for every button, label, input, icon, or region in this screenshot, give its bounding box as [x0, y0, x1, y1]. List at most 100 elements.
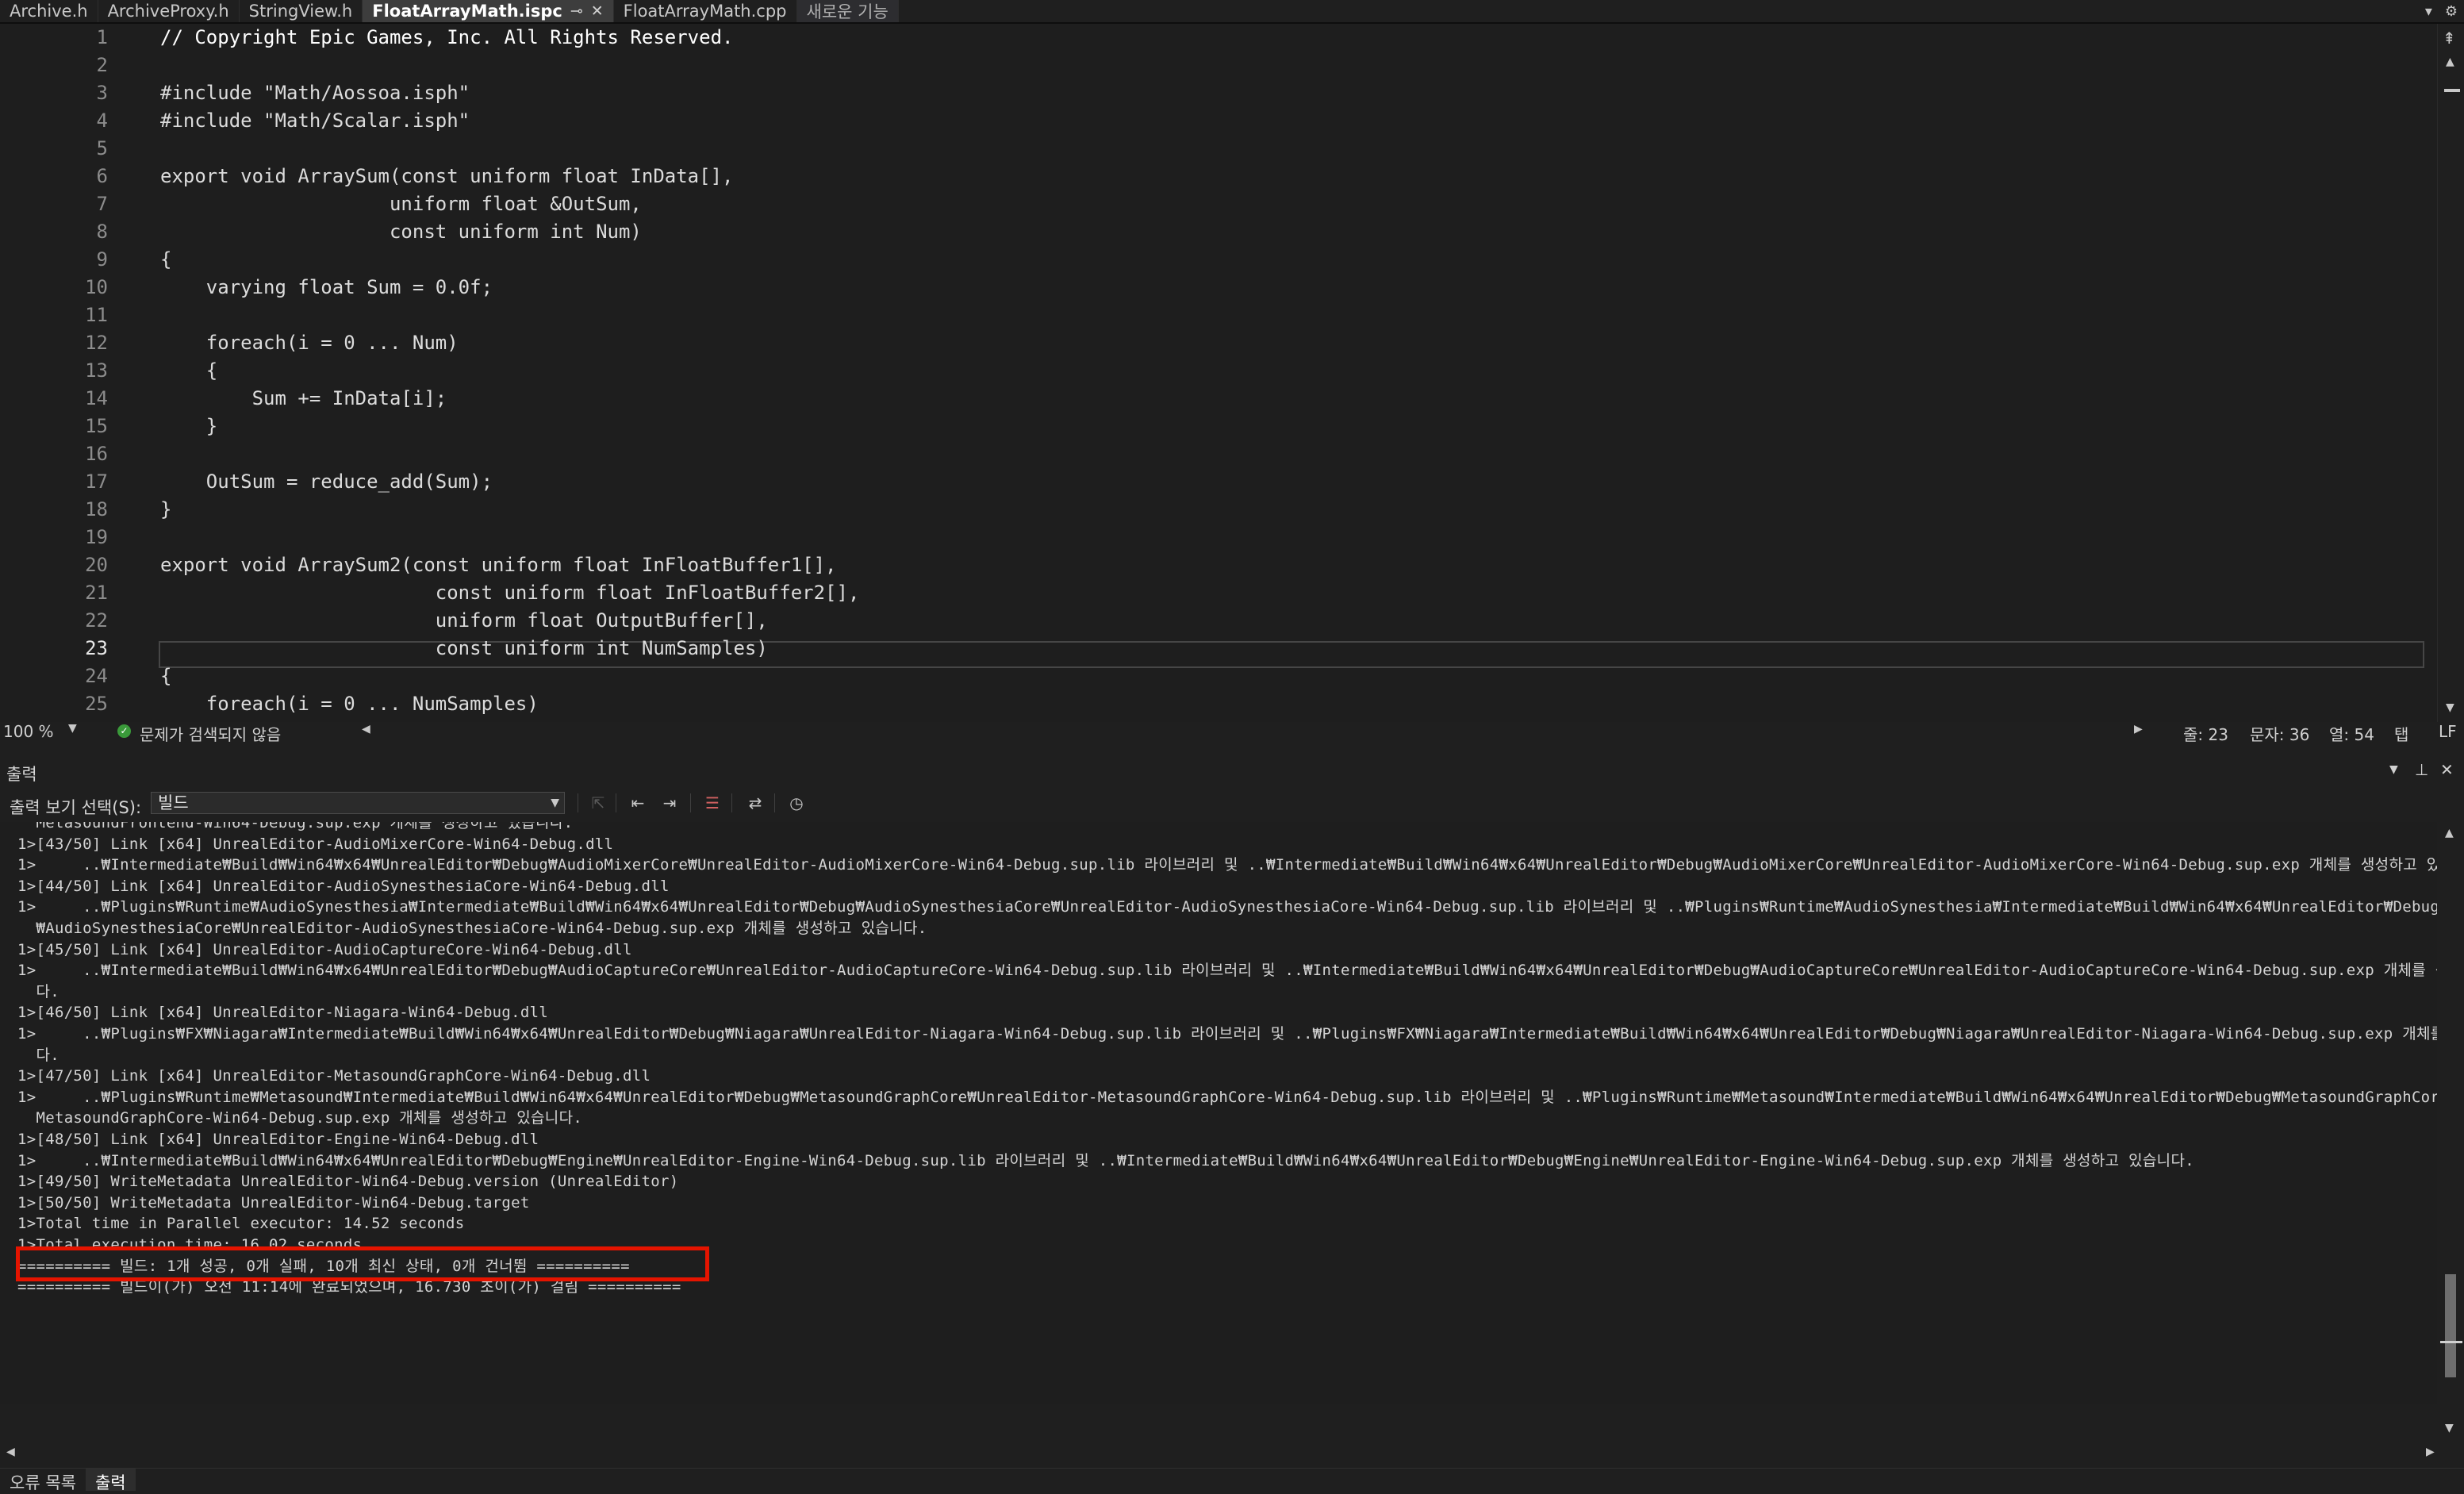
- tab-list-dropdown-icon[interactable]: ▾: [2419, 0, 2439, 22]
- line-code: Sum += InData[i];: [160, 387, 447, 409]
- cursor-line[interactable]: 줄: 23: [2183, 722, 2228, 745]
- line-code: }: [160, 415, 218, 437]
- output-line: 1>[43/50] Link [x64] UnrealEditor-AudioM…: [17, 835, 614, 853]
- code-line[interactable]: 18}: [0, 496, 2437, 524]
- output-line: 1> ..₩Plugins₩FX₩Niagara₩Intermediate₩Bu…: [17, 1025, 2437, 1043]
- output-text-area[interactable]: MetasoundFrontend-Win64-Debug.sup.exp 개체…: [0, 822, 2437, 1404]
- scroll-thumb[interactable]: [2445, 1274, 2456, 1377]
- code-line[interactable]: 5: [0, 135, 2437, 163]
- code-line[interactable]: 1 // Copyright Epic Games, Inc. All Right…: [0, 24, 2437, 52]
- word-wrap-icon[interactable]: ⇄: [744, 792, 766, 814]
- scroll-left-arrow-icon[interactable]: ◀: [362, 723, 370, 735]
- line-number: 24: [85, 665, 108, 687]
- indent-mode[interactable]: 탭: [2394, 722, 2408, 745]
- code-line[interactable]: 21 const uniform float InFloatBuffer2[],: [0, 579, 2437, 607]
- find-message-icon[interactable]: ⇱: [587, 792, 609, 814]
- output-vertical-scrollbar[interactable]: ▲ ▼: [2437, 822, 2464, 1441]
- tab-whats-new[interactable]: 새로운 기능: [796, 0, 899, 22]
- tab-bar-spacer: [899, 0, 2419, 22]
- code-line[interactable]: 12 foreach(i = 0 ... Num): [0, 329, 2437, 357]
- close-icon[interactable]: ✕: [2440, 760, 2454, 779]
- tab-output[interactable]: 출력: [85, 1469, 136, 1492]
- scroll-up-arrow-icon[interactable]: ▲: [2446, 56, 2454, 68]
- line-ending-mode[interactable]: LF: [2439, 722, 2457, 741]
- code-line[interactable]: 13 {: [0, 357, 2437, 385]
- line-number: 1: [96, 26, 108, 48]
- line-code: }: [160, 498, 172, 520]
- line-number: 23: [85, 637, 108, 659]
- zoom-level[interactable]: 100 %: [3, 722, 54, 741]
- chevron-down-icon[interactable]: ▼: [68, 722, 77, 735]
- line-number: 14: [85, 387, 108, 409]
- line-number: 16: [85, 443, 108, 465]
- output-horizontal-scrollbar[interactable]: ◀ ▶: [0, 1444, 2464, 1461]
- close-icon[interactable]: ✕: [591, 2, 604, 20]
- scroll-left-arrow-icon[interactable]: ◀: [6, 1446, 15, 1458]
- toolbar-separator: [774, 793, 775, 812]
- check-circle-icon: ✓: [117, 724, 131, 738]
- previous-message-icon[interactable]: ⇤: [627, 792, 649, 814]
- scroll-up-arrow-icon[interactable]: ▲: [2445, 827, 2454, 839]
- code-editor[interactable]: 1 // Copyright Epic Games, Inc. All Right…: [0, 24, 2437, 722]
- line-code: export void ArraySum(const uniform float…: [160, 165, 734, 187]
- scroll-thumb[interactable]: [2444, 89, 2460, 92]
- tab-label: Archive.h: [10, 2, 88, 21]
- chevron-down-icon[interactable]: ▼: [2389, 763, 2398, 776]
- output-source-label: 출력 보기 선택(S):: [10, 798, 142, 817]
- tab-floatarraymath-cpp[interactable]: FloatArrayMath.cpp: [614, 0, 797, 22]
- code-line[interactable]: 11: [0, 301, 2437, 329]
- clock-icon[interactable]: ◷: [785, 792, 808, 814]
- code-line[interactable]: 7 uniform float &OutSum,: [0, 190, 2437, 218]
- next-message-icon[interactable]: ⇥: [658, 792, 681, 814]
- code-line[interactable]: 20 export void ArraySum2(const uniform fl…: [0, 551, 2437, 579]
- issues-status[interactable]: 문제가 검색되지 않음: [140, 722, 281, 745]
- code-line[interactable]: 10 varying float Sum = 0.0f;: [0, 274, 2437, 301]
- scroll-position-marker: [2440, 1341, 2462, 1343]
- code-line[interactable]: 8 const uniform int Num): [0, 218, 2437, 246]
- line-number: 2: [96, 54, 108, 76]
- code-line[interactable]: 9{: [0, 246, 2437, 274]
- cursor-char[interactable]: 문자: 36: [2250, 722, 2309, 745]
- gear-icon[interactable]: ⚙: [2439, 0, 2464, 22]
- tab-floatarraymath-ispc[interactable]: FloatArrayMath.ispc ⊸ ✕: [363, 0, 614, 22]
- scroll-down-arrow-icon[interactable]: ▼: [2446, 701, 2454, 714]
- line-number: 22: [85, 609, 108, 632]
- line-number: 20: [85, 554, 108, 576]
- tab-archive-h[interactable]: Archive.h: [0, 0, 98, 22]
- scroll-down-arrow-icon[interactable]: ▼: [2445, 1422, 2454, 1434]
- line-code: varying float Sum = 0.0f;: [160, 276, 493, 298]
- scroll-right-arrow-icon[interactable]: ▶: [2426, 1446, 2435, 1458]
- code-line[interactable]: 23 const uniform int NumSamples): [0, 635, 2437, 663]
- output-source-select[interactable]: 빌드 ▼: [151, 792, 565, 814]
- scroll-right-arrow-icon[interactable]: ▶: [2134, 723, 2143, 735]
- editor-vertical-scrollbar[interactable]: ⇞ ▲ ▼: [2437, 24, 2464, 722]
- split-icon[interactable]: ⇞: [2443, 29, 2456, 48]
- pin-icon[interactable]: ⊸: [570, 2, 583, 20]
- code-line[interactable]: 17 OutSum = reduce_add(Sum);: [0, 468, 2437, 496]
- code-line[interactable]: 6 export void ArraySum(const uniform floa…: [0, 163, 2437, 190]
- code-line[interactable]: 22 uniform float OutputBuffer[],: [0, 607, 2437, 635]
- tab-error-list[interactable]: 오류 목록: [0, 1469, 86, 1492]
- code-line[interactable]: 14 Sum += InData[i];: [0, 385, 2437, 413]
- code-line[interactable]: 4 #include "Math/Scalar.isph": [0, 107, 2437, 135]
- line-number: 8: [96, 221, 108, 243]
- line-code: export void ArraySum2(const uniform floa…: [160, 554, 837, 576]
- code-line[interactable]: 3 #include "Math/Aossoa.isph": [0, 79, 2437, 107]
- code-line[interactable]: 16: [0, 440, 2437, 468]
- tab-label: FloatArrayMath.ispc: [372, 2, 562, 21]
- output-line: MetasoundFrontend-Win64-Debug.sup.exp 개체…: [17, 822, 574, 831]
- line-code: {: [160, 248, 172, 271]
- tab-archiveproxy-h[interactable]: ArchiveProxy.h: [98, 0, 240, 22]
- code-line[interactable]: 24 {: [0, 663, 2437, 690]
- output-line: 1>[46/50] Link [x64] UnrealEditor-Niagar…: [17, 1004, 549, 1022]
- clear-all-icon[interactable]: ☰: [701, 792, 723, 814]
- code-line[interactable]: 25 foreach(i = 0 ... NumSamples): [0, 690, 2437, 718]
- code-line[interactable]: 15 }: [0, 413, 2437, 440]
- pin-icon[interactable]: ⊥: [2415, 760, 2428, 779]
- tab-stringview-h[interactable]: StringView.h: [240, 0, 363, 22]
- code-line[interactable]: 19: [0, 524, 2437, 551]
- code-line[interactable]: 2: [0, 52, 2437, 79]
- line-code: // Copyright Epic Games, Inc. All Rights…: [160, 26, 734, 48]
- cursor-column[interactable]: 열: 54: [2329, 722, 2374, 745]
- line-number: 4: [96, 109, 108, 132]
